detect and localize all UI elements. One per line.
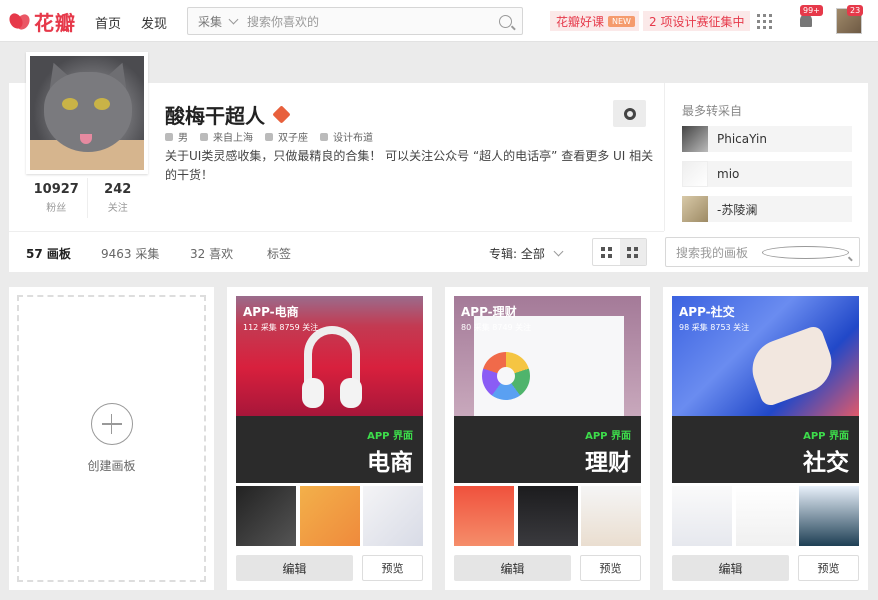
- preview-board-button[interactable]: 预览: [362, 555, 423, 581]
- repin-user-item[interactable]: mio: [682, 161, 852, 187]
- thumbnail[interactable]: [299, 486, 360, 546]
- thumbnail[interactable]: [363, 486, 423, 546]
- board-big-label: 电商: [367, 450, 413, 476]
- thumbnail[interactable]: [581, 486, 641, 546]
- board-cover[interactable]: APP-电商 112 采集 8759 关注 APP 界面 电商: [236, 296, 423, 483]
- nav-discover-link[interactable]: 发现: [141, 13, 167, 32]
- search-icon[interactable]: [499, 14, 512, 28]
- following-stat[interactable]: 242 关注: [86, 178, 149, 218]
- top-navigation-bar: 花瓣 首页 发现 采集 搜索你喜欢的 花瓣好课 NEW 2 项设计赛征集中 99…: [0, 0, 878, 42]
- tab-pins[interactable]: 9463 采集: [101, 245, 159, 262]
- promo-course-link[interactable]: 花瓣好课 NEW: [550, 11, 639, 31]
- logo-text: 花瓣: [34, 10, 76, 35]
- thumbnail[interactable]: [799, 486, 859, 546]
- apps-grid-icon[interactable]: [757, 14, 772, 29]
- vip-diamond-icon: [272, 105, 291, 124]
- profile-meta: 男 来自上海 双子座 设计布道: [165, 129, 385, 144]
- gear-icon: [623, 107, 636, 120]
- tab-tags[interactable]: 标签: [267, 245, 291, 262]
- board-title: APP-理财: [461, 305, 517, 319]
- profile-bio: 关于UI类灵感收集，只做最精良的合集！ 可以关注公众号 “超人的电话亭” 查看更…: [165, 149, 654, 182]
- board-card[interactable]: APP-电商 112 采集 8759 关注 APP 界面 电商 编辑 预览: [227, 287, 432, 590]
- followers-stat[interactable]: 10927 粉丝: [26, 178, 87, 218]
- board-category-tag: APP 界面: [585, 431, 631, 442]
- briefcase-icon: [320, 132, 328, 141]
- create-board-label: 创建画板: [87, 459, 136, 473]
- grid-view-icon: [600, 246, 612, 258]
- grid-view-button[interactable]: [593, 239, 620, 265]
- board-card[interactable]: APP-社交 98 采集 8753 关注 APP 界面 社交 编辑 预览: [663, 287, 868, 590]
- thumbnail[interactable]: [454, 486, 514, 546]
- location-icon: [200, 132, 208, 141]
- repin-user-item[interactable]: -苏陵澜: [682, 196, 852, 222]
- board-stats: 112 采集 8759 关注: [243, 323, 319, 332]
- board-stats: 80 采集 8749 关注: [461, 323, 532, 332]
- search-category-select[interactable]: 采集: [188, 13, 247, 30]
- repin-user-item[interactable]: PhicaYin: [682, 126, 852, 152]
- preview-board-button[interactable]: 预览: [580, 555, 641, 581]
- thumbnail[interactable]: [672, 486, 732, 546]
- album-filter-dropdown[interactable]: 专辑: 全部: [489, 245, 572, 262]
- logo-icon: [6, 10, 33, 32]
- profile-avatar: [26, 52, 148, 174]
- board-title: APP-电商: [243, 305, 299, 319]
- settings-button[interactable]: [613, 100, 646, 127]
- board-title: APP-社交: [679, 305, 735, 319]
- board-thumbnails: [236, 486, 423, 546]
- repin-title: 最多转采自: [682, 104, 743, 118]
- board-big-label: 理财: [585, 450, 631, 476]
- search-icon[interactable]: [761, 245, 849, 259]
- edit-board-button[interactable]: 编辑: [236, 555, 353, 581]
- thumbnail[interactable]: [517, 486, 578, 546]
- preview-board-button[interactable]: 预览: [798, 555, 859, 581]
- top-repin-sources: 最多转采自 PhicaYin mio -苏陵澜: [664, 83, 868, 231]
- chevron-down-icon: [228, 14, 239, 24]
- avatar-count-badge: 23: [847, 5, 864, 16]
- board-big-label: 社交: [803, 450, 849, 476]
- board-category-tag: APP 界面: [367, 431, 413, 442]
- profile-name: 酸梅干超人: [165, 100, 291, 129]
- job-tag: 设计布道: [320, 129, 373, 144]
- thumbnail[interactable]: [735, 486, 796, 546]
- create-board-card[interactable]: 创建画板: [9, 287, 214, 590]
- profile-stats: 10927 粉丝 242 关注: [26, 178, 148, 218]
- nav-home-link[interactable]: 首页: [95, 13, 121, 32]
- list-view-button[interactable]: [619, 239, 646, 265]
- tab-likes[interactable]: 32 喜欢: [190, 245, 233, 262]
- board-card[interactable]: APP-理财 80 采集 8749 关注 APP 界面 理财 编辑 预览: [445, 287, 650, 590]
- tag-icon: [165, 132, 173, 141]
- gender-tag: 男: [165, 129, 188, 144]
- search-input[interactable]: 搜索你喜欢的: [247, 13, 499, 30]
- board-category-tag: APP 界面: [803, 431, 849, 442]
- board-cover[interactable]: APP-理财 80 采集 8749 关注 APP 界面 理财: [454, 296, 641, 483]
- edit-board-button[interactable]: 编辑: [672, 555, 789, 581]
- board-search-input[interactable]: 搜索我的画板: [665, 237, 860, 267]
- view-toggle: [592, 238, 647, 266]
- profile-tabs: 57 画板 9463 采集 32 喜欢 标签 专辑: 全部: [9, 231, 664, 272]
- avatar: [682, 196, 708, 222]
- thumbnail[interactable]: [236, 486, 296, 546]
- promo-contest-link[interactable]: 2 项设计赛征集中: [643, 11, 751, 31]
- search-bar: 采集 搜索你喜欢的: [187, 7, 523, 35]
- plus-icon: [90, 403, 133, 445]
- board-cover[interactable]: APP-社交 98 采集 8753 关注 APP 界面 社交: [672, 296, 859, 483]
- avatar: [682, 161, 708, 187]
- location-tag: 来自上海: [200, 129, 253, 144]
- tab-boards[interactable]: 57 画板: [26, 245, 71, 262]
- star-icon: [265, 132, 273, 141]
- board-thumbnails: [454, 486, 641, 546]
- list-view-icon: [627, 246, 639, 258]
- new-badge: NEW: [608, 15, 635, 27]
- chevron-down-icon: [553, 246, 564, 257]
- avatar: [682, 126, 708, 152]
- logo[interactable]: 花瓣: [6, 8, 76, 35]
- board-thumbnails: [672, 486, 859, 546]
- zodiac-tag: 双子座: [265, 129, 308, 144]
- board-stats: 98 采集 8753 关注: [679, 323, 750, 332]
- notification-count-badge: 99+: [800, 5, 823, 16]
- edit-board-button[interactable]: 编辑: [454, 555, 571, 581]
